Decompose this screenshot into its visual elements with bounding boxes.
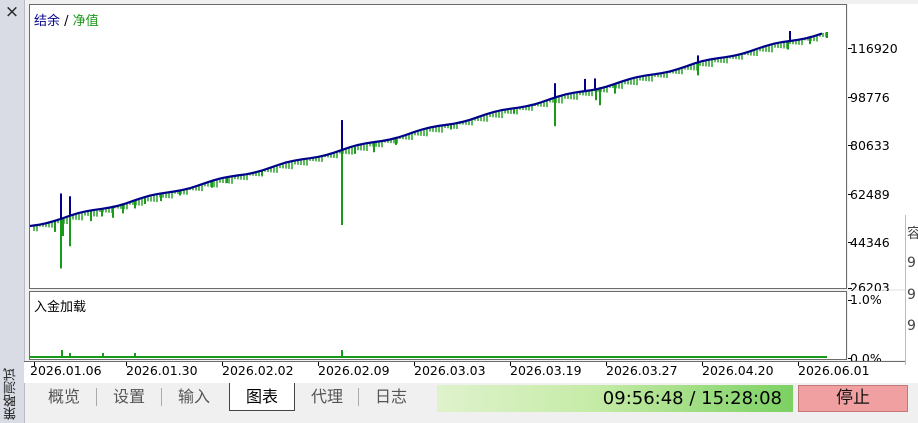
y-tick-label: 98776 [850,90,890,105]
side-panel-strip: × 策略测试 [0,0,25,423]
x-tick-label: 2026.02.02 [222,363,294,378]
panel-title-vertical: 策略测试 [4,368,19,420]
deposit-load-chart [29,291,847,360]
tester-tab-bar: 概览 设置 输入 图表 代理 日志 [24,383,434,411]
tab-graph[interactable]: 图表 [229,383,295,411]
deposit-load-plot [30,350,827,358]
progress-time-text: 09:56:48 / 15:28:08 [602,388,782,409]
test-progress-bar: 09:56:48 / 15:28:08 [437,385,793,412]
tab-journal[interactable]: 日志 [359,383,423,410]
legend-equity: 净值 [72,14,99,29]
x-tick-label: 2026.03.19 [510,363,582,378]
tab-overview[interactable]: 概览 [32,383,96,410]
y-tick-label: 44346 [850,235,890,250]
clipped-text: 容 [907,223,918,243]
y-tick-label: 1.0% [850,292,882,307]
clipped-text: 9 [907,287,916,303]
x-tick-label: 2026.02.09 [318,363,390,378]
clipped-text: 9 [907,255,916,271]
legend-separator: / [60,14,73,29]
balance-equity-plot [30,31,828,269]
tab-settings[interactable]: 设置 [97,383,161,410]
clipped-side-panel: 容 9 9 9 [905,215,918,365]
balance-equity-chart [29,4,847,289]
tab-inputs[interactable]: 输入 [162,383,226,410]
y-tick-label: 80633 [850,138,890,153]
clipped-text: 9 [907,318,916,334]
x-tick-label: 2026.01.06 [30,363,102,378]
date-axis: 2026.01.06 2026.01.30 2026.02.02 2026.02… [24,361,918,383]
close-icon[interactable]: × [2,2,22,22]
deposit-load-title: 入金加载 [34,300,87,315]
stop-button[interactable]: 停止 [798,385,908,412]
chart-legend: 结余 / 净值 [34,10,99,29]
tab-agents[interactable]: 代理 [296,383,358,410]
x-tick-label: 2026.03.27 [606,363,678,378]
y-tick-label: 116920 [850,41,898,56]
legend-balance: 结余 [34,14,61,29]
y-tick-label: 62489 [850,187,890,202]
x-tick-label: 2026.01.30 [126,363,198,378]
x-tick-label: 2026.06.01 [798,363,870,378]
x-tick-label: 2026.03.03 [414,363,486,378]
x-tick-label: 2026.04.20 [702,363,774,378]
